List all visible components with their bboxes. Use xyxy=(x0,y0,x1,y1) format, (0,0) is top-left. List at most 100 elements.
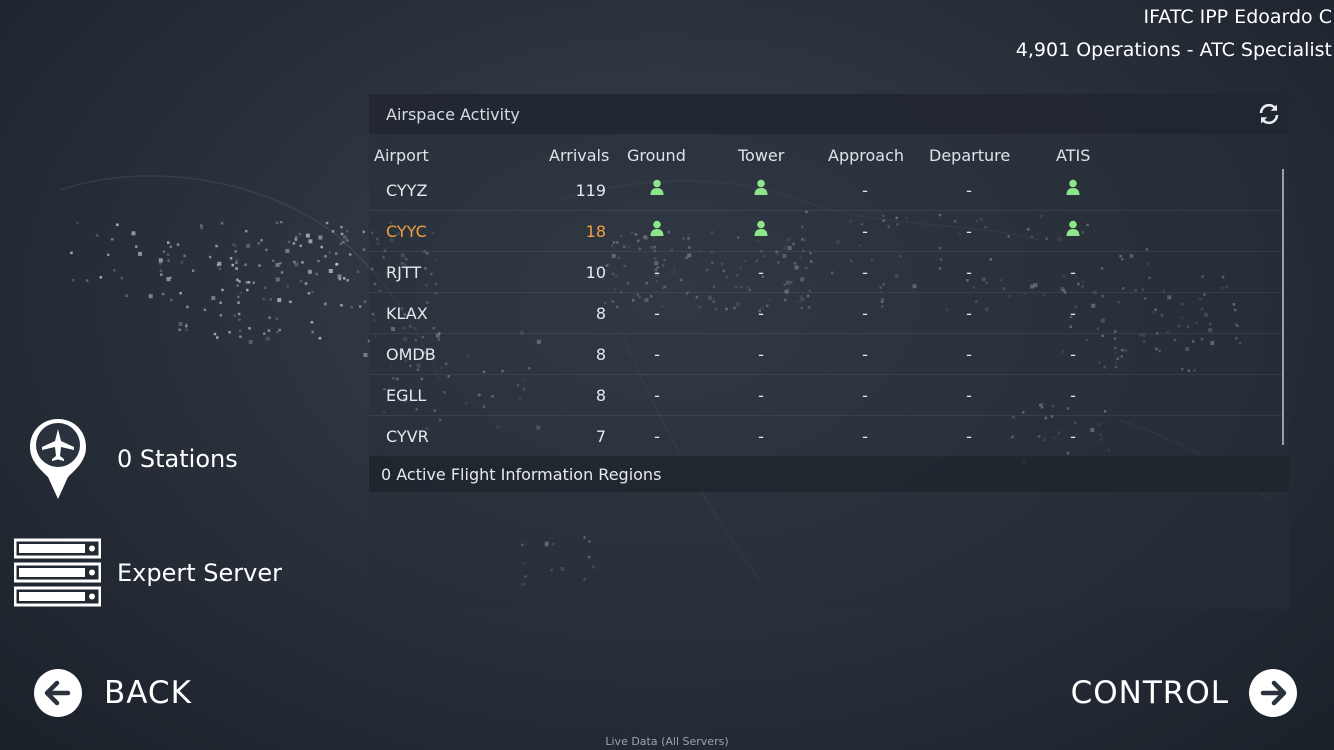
traffic-dot xyxy=(248,327,251,330)
ground-controller-icon xyxy=(642,220,672,240)
table-row[interactable]: OMDB 8 - - - - - xyxy=(369,333,1283,375)
traffic-dot xyxy=(237,312,241,316)
traffic-dot xyxy=(200,224,203,227)
arrivals-count: 8 xyxy=(595,386,606,405)
traffic-dot xyxy=(239,291,243,294)
traffic-dot xyxy=(233,314,236,317)
traffic-dot xyxy=(280,271,284,274)
arrivals-count: 10 xyxy=(585,263,606,282)
stations-item[interactable]: 0 Stations xyxy=(28,417,238,501)
atis-status: - xyxy=(1070,304,1076,323)
traffic-dot xyxy=(311,290,314,293)
traffic-dot xyxy=(279,220,283,224)
arrow-left-circle-icon xyxy=(34,669,82,717)
traffic-dot xyxy=(252,281,255,284)
traffic-dot xyxy=(180,261,184,264)
traffic-dot xyxy=(263,286,267,289)
traffic-dot xyxy=(288,300,291,304)
traffic-dot xyxy=(334,252,338,255)
table-row[interactable]: CYYZ 119 - - xyxy=(369,169,1283,211)
back-button[interactable]: BACK xyxy=(33,668,192,718)
traffic-dot xyxy=(131,231,136,236)
traffic-dot xyxy=(135,245,138,248)
traffic-dot xyxy=(167,241,170,244)
traffic-dot xyxy=(218,267,222,270)
traffic-dot xyxy=(183,254,186,258)
traffic-dot xyxy=(272,259,275,262)
traffic-dot xyxy=(76,221,79,225)
table-row[interactable]: KLAX 8 - - - - - xyxy=(369,292,1283,334)
traffic-dot xyxy=(363,353,368,357)
tower-status: - xyxy=(758,304,764,323)
airport-code: CYYZ xyxy=(386,181,428,200)
traffic-dot xyxy=(179,291,182,295)
traffic-dot xyxy=(285,248,290,253)
column-header-departure: Departure xyxy=(929,146,1011,165)
traffic-dot xyxy=(85,279,89,282)
table-row[interactable]: EGLL 8 - - - - - xyxy=(369,374,1283,416)
traffic-dot xyxy=(295,235,298,239)
traffic-dot xyxy=(159,262,162,265)
traffic-dot xyxy=(362,248,366,251)
approach-status: - xyxy=(862,304,868,323)
traffic-dot xyxy=(317,259,320,263)
traffic-dot xyxy=(299,279,303,283)
airport-code: RJTT xyxy=(386,263,422,282)
table-row[interactable]: CYVR 7 - - - - - xyxy=(369,415,1283,457)
traffic-dot xyxy=(260,239,263,242)
control-button[interactable]: CONTROL xyxy=(1071,668,1298,718)
traffic-dot xyxy=(169,276,173,279)
traffic-dot xyxy=(265,248,268,252)
traffic-dot xyxy=(356,270,360,274)
traffic-dot xyxy=(185,328,188,331)
traffic-dot xyxy=(216,336,219,339)
traffic-dot xyxy=(325,221,329,225)
traffic-dot xyxy=(294,238,298,241)
table-scrollbar[interactable] xyxy=(1282,169,1284,445)
traffic-dot xyxy=(246,288,249,292)
traffic-dot xyxy=(191,269,195,272)
ground-status: - xyxy=(654,304,660,323)
traffic-dot xyxy=(178,328,181,332)
traffic-dot xyxy=(363,300,367,303)
traffic-dot xyxy=(215,244,218,248)
traffic-dot xyxy=(348,253,352,256)
traffic-dot xyxy=(113,269,116,272)
traffic-dot xyxy=(238,280,241,283)
traffic-dot xyxy=(275,221,279,225)
table-row[interactable]: RJTT 10 - - - - - xyxy=(369,251,1283,293)
arrivals-count: 7 xyxy=(595,427,606,446)
arrivals-count: 18 xyxy=(585,222,606,241)
traffic-dot xyxy=(219,314,223,317)
traffic-dot xyxy=(120,276,124,280)
traffic-dot xyxy=(328,269,333,273)
traffic-dot xyxy=(277,298,282,303)
traffic-dot xyxy=(292,242,296,245)
traffic-dot xyxy=(279,262,282,265)
server-item[interactable]: Expert Server xyxy=(14,538,282,608)
column-header-tower: Tower xyxy=(738,146,785,165)
traffic-dot xyxy=(275,263,280,267)
traffic-dot xyxy=(235,259,239,262)
traffic-dot xyxy=(211,296,216,301)
traffic-dot xyxy=(339,242,343,245)
control-label: CONTROL xyxy=(1070,675,1229,711)
ground-status: - xyxy=(654,427,660,446)
traffic-dot xyxy=(335,263,338,266)
traffic-dot xyxy=(221,288,224,292)
approach-status: - xyxy=(862,222,868,241)
footer-live-data: Live Data (All Servers) xyxy=(605,735,729,748)
traffic-dot xyxy=(324,255,327,258)
traffic-dot xyxy=(346,279,349,282)
traffic-dot xyxy=(342,235,347,240)
traffic-dot xyxy=(287,240,291,244)
table-row[interactable]: CYYC 18 - - xyxy=(369,210,1283,252)
refresh-icon[interactable] xyxy=(1257,102,1281,126)
traffic-dot xyxy=(208,255,212,259)
traffic-dot xyxy=(178,321,183,326)
traffic-dot xyxy=(248,340,253,344)
traffic-dot xyxy=(350,305,353,309)
traffic-dot xyxy=(237,295,240,299)
departure-status: - xyxy=(966,345,972,364)
traffic-dot xyxy=(320,245,323,249)
